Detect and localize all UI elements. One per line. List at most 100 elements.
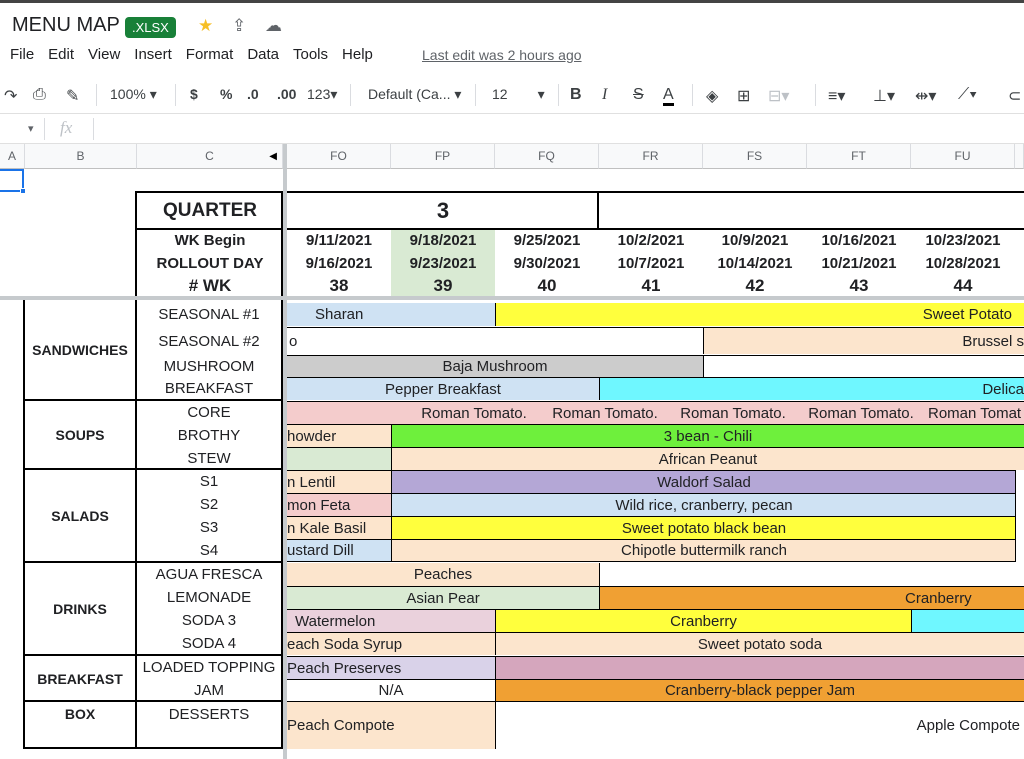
menu-item-bar[interactable]: Sharan: [287, 303, 495, 326]
row-label[interactable]: S4: [137, 539, 281, 562]
insert-link-icon[interactable]: ⊂: [1008, 86, 1021, 106]
menu-item-bar[interactable]: Baja Mushroom: [287, 355, 703, 377]
wk-begin-cell[interactable]: 10/2/2021: [599, 229, 703, 252]
column-header-a[interactable]: A: [0, 144, 25, 169]
category-label[interactable]: BREAKFAST: [25, 656, 135, 701]
week-number-cell[interactable]: 41: [599, 275, 703, 297]
menu-item-bar[interactable]: [911, 609, 1024, 632]
fill-color-icon[interactable]: ◈: [706, 86, 718, 106]
menu-edit[interactable]: Edit: [48, 46, 74, 63]
menu-item-bar[interactable]: African Peanut: [391, 447, 1024, 470]
menu-item-bar[interactable]: Pepper Breakfast: [287, 377, 599, 400]
wk-begin-cell[interactable]: 9/25/2021: [495, 229, 599, 252]
row-label[interactable]: S3: [137, 516, 281, 539]
italic-button[interactable]: I: [602, 86, 607, 104]
column-header-b[interactable]: B: [25, 144, 137, 169]
empty-cell[interactable]: [703, 355, 1024, 377]
menu-item-bar[interactable]: mon Feta: [287, 493, 391, 516]
menu-item-bar[interactable]: Cranberry: [599, 586, 1024, 609]
row-label[interactable]: LEMONADE: [137, 586, 281, 609]
rollout-cell[interactable]: 9/16/2021: [287, 252, 391, 275]
rollout-cell[interactable]: 9/23/2021: [391, 252, 495, 275]
strikethrough-button[interactable]: S: [633, 86, 644, 104]
category-label[interactable]: DRINKS: [25, 563, 135, 655]
currency-format-button[interactable]: $: [190, 86, 198, 102]
row-label[interactable]: AGUA FRESCA: [137, 563, 281, 586]
formula-input[interactable]: [100, 118, 1020, 140]
menu-item-bar[interactable]: o: [287, 327, 703, 354]
text-color-button[interactable]: A: [663, 86, 674, 106]
menu-item-bar[interactable]: Asian Pear: [287, 586, 599, 609]
menu-item-bar[interactable]: ustard Dill: [287, 539, 391, 562]
category-label[interactable]: BOX: [25, 703, 135, 725]
week-number-cell[interactable]: 44: [911, 275, 1015, 297]
rollout-day-label[interactable]: ROLLOUT DAY: [137, 252, 283, 275]
menu-item-bar[interactable]: Sweet Potato: [495, 303, 1024, 326]
increase-decimal-button[interactable]: .00: [277, 86, 296, 102]
column-header-fq[interactable]: FQ: [495, 144, 599, 169]
row-label[interactable]: S2: [137, 493, 281, 516]
row-label[interactable]: SODA 3: [137, 609, 281, 632]
column-header-ft[interactable]: FT: [807, 144, 911, 169]
row-label[interactable]: S1: [137, 470, 281, 493]
row-label[interactable]: JAM: [137, 679, 281, 701]
horizontal-align-icon[interactable]: ≡▾: [828, 86, 845, 106]
rollout-cell[interactable]: 10/28/2021: [911, 252, 1015, 275]
menu-item-bar[interactable]: [495, 656, 1024, 679]
wk-begin-cell[interactable]: 9/18/2021: [391, 229, 495, 252]
quarter-value[interactable]: 3: [287, 193, 599, 228]
week-number-cell[interactable]: 40: [495, 275, 599, 297]
row-label[interactable]: BROTHY: [137, 424, 281, 447]
menu-data[interactable]: Data: [247, 46, 279, 63]
wk-begin-label[interactable]: WK Begin: [137, 229, 283, 252]
menu-item-bar[interactable]: Cranberry: [495, 609, 911, 632]
menu-item-bar[interactable]: N/A: [287, 679, 495, 701]
menu-item-bar[interactable]: n Lentil: [287, 470, 391, 493]
rollout-cell[interactable]: 10/21/2021: [807, 252, 911, 275]
redo-icon[interactable]: ↷: [4, 86, 17, 106]
frozen-column-divider[interactable]: [283, 144, 287, 759]
week-number-cell[interactable]: 38: [287, 275, 391, 297]
name-box-chevron-icon[interactable]: ▾: [28, 122, 34, 135]
menu-item-bar[interactable]: howder: [287, 424, 391, 447]
row-label[interactable]: SODA 4: [137, 632, 281, 655]
row-label[interactable]: MUSHROOM: [137, 355, 281, 377]
category-label[interactable]: SALADS: [25, 470, 135, 562]
wk-begin-cell[interactable]: 10/9/2021: [703, 229, 807, 252]
column-header-fu[interactable]: FU: [911, 144, 1015, 169]
row-label[interactable]: BREAKFAST: [137, 377, 281, 399]
rollout-cell[interactable]: 10/14/2021: [703, 252, 807, 275]
bold-button[interactable]: B: [570, 86, 582, 104]
document-title[interactable]: MENU MAP: [12, 14, 120, 37]
week-number-cell[interactable]: 43: [807, 275, 911, 297]
menu-item-bar[interactable]: Peach Preserves: [287, 656, 495, 679]
row-label[interactable]: DESSERTS: [137, 703, 281, 725]
last-edit-link[interactable]: Last edit was 2 hours ago: [422, 47, 582, 63]
merge-cells-icon[interactable]: ⊟▾: [768, 86, 789, 106]
menu-item-bar[interactable]: Waldorf Salad: [391, 470, 1016, 493]
menu-item-bar[interactable]: Sweet potato soda: [495, 632, 1024, 655]
column-header-fp[interactable]: FP: [391, 144, 495, 169]
frozen-row-divider[interactable]: [0, 296, 1024, 300]
percent-format-button[interactable]: %: [220, 86, 232, 102]
rollout-cell[interactable]: 9/30/2021: [495, 252, 599, 275]
week-number-cell[interactable]: 42: [703, 275, 807, 297]
font-family-select[interactable]: Default (Ca... ▾: [368, 86, 468, 103]
borders-icon[interactable]: ⊞: [737, 86, 750, 106]
column-header-next[interactable]: [1015, 144, 1024, 169]
row-label[interactable]: SEASONAL #1: [137, 303, 281, 326]
menu-item-bar[interactable]: each Soda Syrup: [287, 632, 495, 655]
empty-cell[interactable]: [599, 563, 1024, 586]
wk-begin-cell[interactable]: 10/16/2021: [807, 229, 911, 252]
star-icon[interactable]: ★: [198, 16, 213, 36]
menu-item-bar[interactable]: n Kale Basil: [287, 516, 391, 539]
menu-insert[interactable]: Insert: [134, 46, 172, 63]
zoom-select[interactable]: 100% ▾: [110, 86, 157, 103]
menu-item-bar[interactable]: Brussel s: [703, 327, 1024, 354]
category-label[interactable]: SANDWICHES: [25, 301, 135, 399]
row-label[interactable]: SEASONAL #2: [137, 330, 281, 353]
menu-item-bar[interactable]: Sweet potato black bean: [391, 516, 1016, 539]
menu-item-bar[interactable]: Chipotle buttermilk ranch: [391, 539, 1016, 562]
column-header-fs[interactable]: FS: [703, 144, 807, 169]
menu-format[interactable]: Format: [186, 46, 234, 63]
